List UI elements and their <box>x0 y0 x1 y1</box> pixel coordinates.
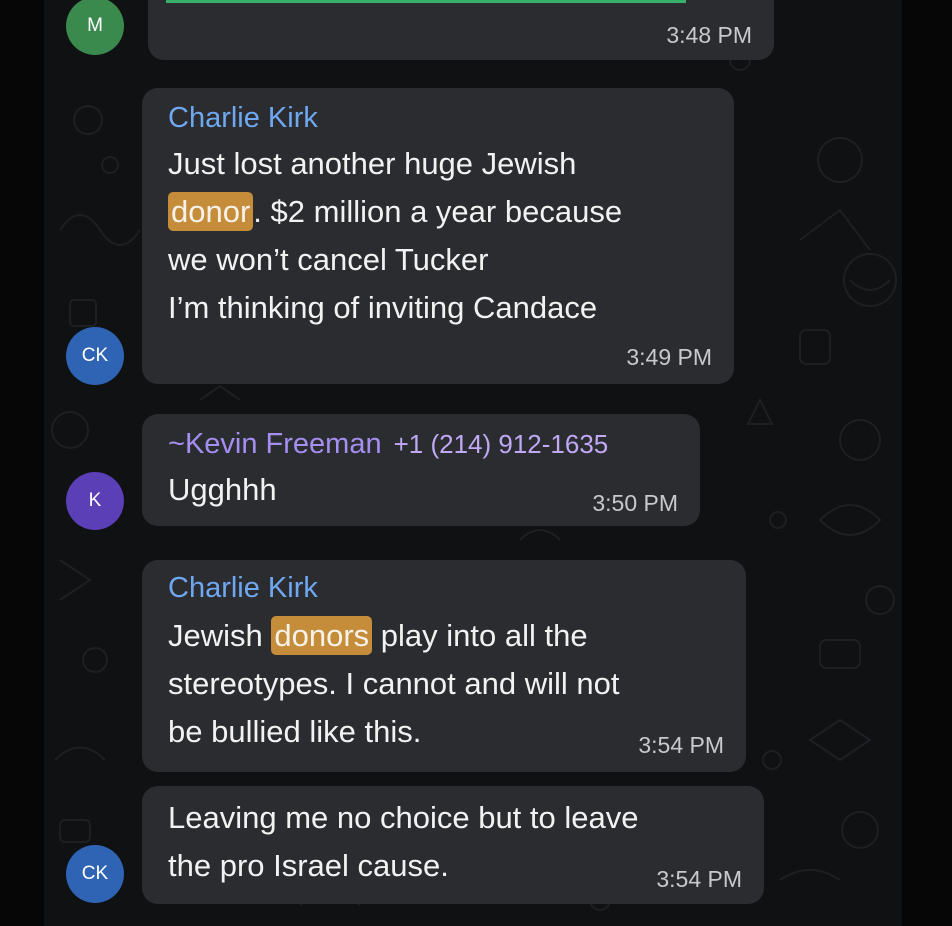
sender-phone[interactable]: +1 (214) 912-1635 <box>394 429 609 459</box>
message-time: 3:54 PM <box>638 732 724 758</box>
left-edge <box>0 0 44 926</box>
message-line: the pro Israel cause. <box>168 848 449 884</box>
message-line: donor. $2 million a year because <box>168 192 623 231</box>
message-bubble[interactable]: ~Kevin Freeman +1 (214) 912-1635 Ugghhh 3… <box>142 414 700 526</box>
avatar-initials: M <box>87 15 103 36</box>
highlighted-word: donors <box>271 616 373 655</box>
media-progress-bar <box>166 0 686 3</box>
avatar-initials: CK <box>81 863 109 884</box>
message-line: be bullied like this. <box>168 714 421 750</box>
message-time: 3:48 PM <box>666 22 752 48</box>
message-line: Leaving me no choice but to leave <box>168 800 638 836</box>
right-edge <box>902 0 952 926</box>
message-bubble[interactable]: Charlie Kirk Just lost another huge Jewi… <box>142 88 734 384</box>
message-text: I’m thinking of inviting Candace <box>168 290 598 325</box>
message-time: 3:50 PM <box>592 490 678 516</box>
message-text: the pro Israel cause. <box>168 848 449 883</box>
message-text: Just lost another huge Jewish <box>168 146 577 181</box>
message-line: Ugghhh <box>168 472 277 508</box>
sender-name[interactable]: Kevin Freeman <box>185 428 382 460</box>
message-text: be bullied like this. <box>168 714 422 749</box>
message-time: 3:49 PM <box>626 344 712 370</box>
message-bubble[interactable]: Charlie Kirk Jewish donors play into all… <box>142 560 746 772</box>
chat-area: M 3:48 PM Charlie Kirk Just lost another… <box>0 0 952 926</box>
message-line: I’m thinking of inviting Candace <box>168 290 597 326</box>
message-text: . $2 million a year because <box>253 194 623 229</box>
highlighted-word: donor <box>168 192 254 231</box>
message-text: Jewish <box>168 618 272 653</box>
message-time: 3:54 PM <box>656 866 742 892</box>
message-text: we won’t cancel Tucker <box>168 242 489 277</box>
sender-prefix: ~ <box>168 428 185 460</box>
message-bubble[interactable]: 3:48 PM <box>148 0 774 60</box>
avatar-initials: CK <box>81 345 109 366</box>
avatar-ck[interactable]: CK <box>66 845 124 903</box>
message-line: stereotypes. I cannot and will not <box>168 666 619 702</box>
message-text: stereotypes. I cannot and will not <box>168 666 620 701</box>
message-bubble[interactable]: Leaving me no choice but to leave the pr… <box>142 786 764 904</box>
message-line: Jewish donors play into all the <box>168 616 588 655</box>
sender-name[interactable]: Charlie Kirk <box>168 572 318 605</box>
message-line: we won’t cancel Tucker <box>168 242 488 278</box>
message-text: Ugghhh <box>168 472 277 507</box>
avatar-initials: K <box>88 490 102 511</box>
message-text: Leaving me no choice but to leave <box>168 800 639 835</box>
sender-header: ~Kevin Freeman +1 (214) 912-1635 <box>168 428 608 461</box>
message-text: play into all the <box>372 618 588 653</box>
sender-name[interactable]: Charlie Kirk <box>168 102 318 135</box>
message-line: Just lost another huge Jewish <box>168 146 576 182</box>
avatar-k[interactable]: K <box>66 472 124 530</box>
avatar-ck[interactable]: CK <box>66 327 124 385</box>
